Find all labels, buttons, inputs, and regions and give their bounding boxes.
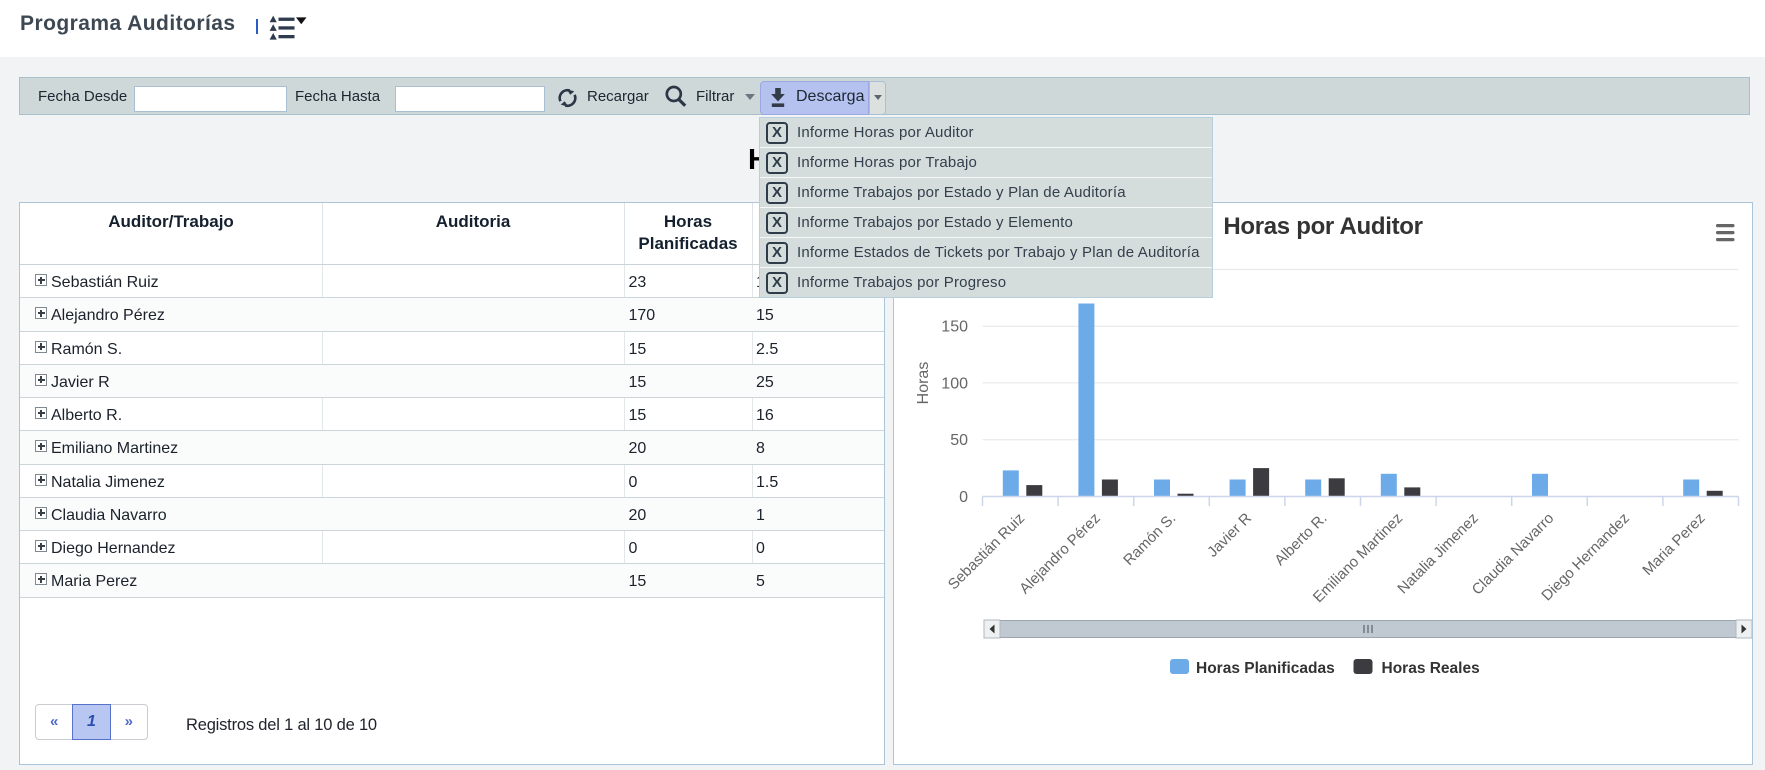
svg-text:50: 50	[950, 432, 968, 449]
svg-text:Horas Planificadas: Horas Planificadas	[1196, 660, 1335, 677]
svg-text:Javier R: Javier R	[1204, 510, 1255, 561]
svg-text:Natalia Jimenez: Natalia Jimenez	[1394, 510, 1481, 597]
svg-text:100: 100	[941, 375, 968, 392]
svg-text:Alberto R.: Alberto R.	[1271, 510, 1330, 569]
svg-text:Maria Perez: Maria Perez	[1639, 510, 1708, 579]
svg-text:Alejandro Pérez: Alejandro Pérez	[1016, 510, 1103, 597]
svg-text:Ramón S.: Ramón S.	[1120, 510, 1179, 569]
svg-text:Claudia Navarro: Claudia Navarro	[1469, 510, 1558, 599]
svg-text:Horas por Auditor: Horas por Auditor	[1223, 213, 1422, 240]
svg-text:0: 0	[959, 489, 968, 506]
svg-text:Horas: Horas	[915, 362, 932, 405]
svg-text:Horas Reales: Horas Reales	[1382, 660, 1480, 677]
svg-text:150: 150	[941, 319, 968, 336]
svg-text:Sebastián Ruiz: Sebastián Ruiz	[945, 510, 1028, 593]
